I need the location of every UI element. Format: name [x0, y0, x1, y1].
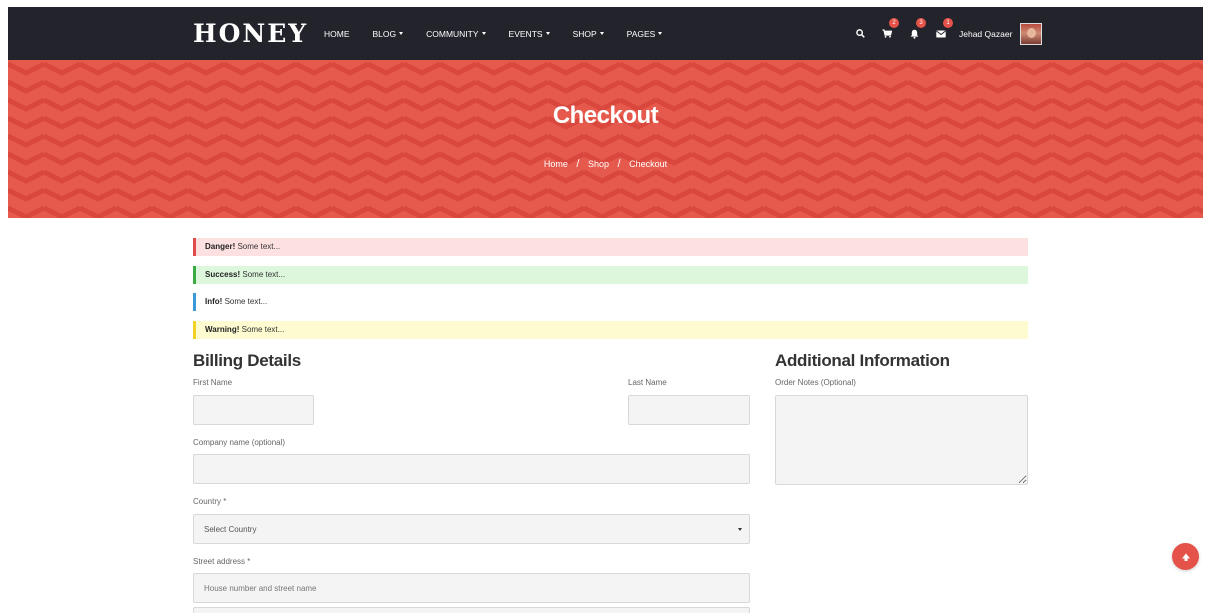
caret-down-icon	[599, 32, 604, 35]
search-icon[interactable]	[854, 28, 866, 40]
user-name[interactable]: Jehad Qazaer	[959, 29, 1012, 39]
main-menu: HOME BLOG COMMUNITY EVENTS SHOP PAGES	[324, 7, 685, 60]
nav-blog-label: BLOG	[372, 28, 397, 39]
nav-actions: 2 3 1 Jehad Qazaer	[854, 7, 1043, 60]
country-label: Country *	[193, 497, 227, 506]
page-header-banner: Checkout Home / Shop / Checkout	[8, 60, 1203, 218]
company-name-label: Company name (optional)	[193, 438, 286, 447]
first-name-input[interactable]	[193, 395, 314, 425]
additional-information-title: Additional Information	[775, 351, 950, 370]
breadcrumb-separator: /	[576, 158, 580, 170]
billing-details-title: Billing Details	[193, 351, 301, 370]
nav-events[interactable]: EVENTS	[509, 29, 550, 39]
country-select-value: Select Country	[204, 524, 257, 534]
alert-danger: Danger! Some text...	[193, 238, 1028, 256]
street-address-label: Street address *	[193, 557, 251, 566]
alert-danger-text: Some text...	[237, 242, 281, 251]
last-name-label: Last Name	[628, 378, 667, 387]
bell-icon[interactable]: 3	[908, 17, 926, 40]
alert-info-text: Some text...	[224, 297, 268, 306]
alert-warning-title: Warning!	[205, 325, 240, 334]
caret-down-icon	[545, 32, 550, 35]
caret-down-icon	[399, 32, 404, 35]
nav-home-label: HOME	[324, 28, 350, 39]
alert-danger-title: Danger!	[205, 242, 236, 251]
page-title: Checkout	[552, 102, 659, 129]
nav-shop-label: SHOP	[572, 28, 597, 39]
country-select[interactable]: Select Country	[193, 514, 750, 544]
breadcrumb-home[interactable]: Home	[544, 159, 568, 169]
last-name-input[interactable]	[628, 395, 750, 425]
nav-pages[interactable]: PAGES	[627, 29, 663, 39]
alert-info-title: Info!	[205, 297, 223, 306]
chevron-down-icon	[738, 528, 742, 531]
breadcrumb-separator: /	[617, 158, 621, 170]
nav-pages-label: PAGES	[626, 28, 656, 39]
nav-community-label: COMMUNITY	[426, 28, 479, 39]
alert-info: Info! Some text...	[193, 293, 1028, 311]
street-address-input[interactable]	[193, 573, 750, 603]
cart-badge: 2	[889, 17, 899, 28]
chevron-pattern	[8, 60, 1203, 218]
nav-community[interactable]: COMMUNITY	[426, 28, 486, 39]
notifications-badge: 3	[916, 17, 926, 28]
alert-warning: Warning! Some text...	[193, 321, 1028, 339]
order-notes-textarea[interactable]	[775, 395, 1028, 485]
breadcrumb: Home / Shop / Checkout	[8, 158, 1203, 170]
messages-badge: 1	[943, 17, 953, 28]
breadcrumb-current: Checkout	[629, 159, 668, 169]
order-notes-label: Order Notes (Optional)	[775, 378, 856, 387]
nav-blog[interactable]: BLOG	[373, 29, 404, 39]
breadcrumb-shop[interactable]: Shop	[588, 159, 609, 169]
alert-success: Success! Some text...	[193, 266, 1028, 284]
nav-events-label: EVENTS	[508, 28, 543, 39]
caret-down-icon	[481, 32, 486, 35]
company-name-input[interactable]	[193, 454, 750, 484]
nav-shop[interactable]: SHOP	[573, 29, 604, 39]
avatar[interactable]	[1020, 22, 1043, 45]
top-navbar: HONEY HOME BLOG COMMUNITY EVENTS SHOP PA…	[8, 7, 1203, 60]
scroll-to-top-button[interactable]	[1172, 543, 1199, 570]
alert-warning-text: Some text...	[241, 325, 285, 334]
alert-success-title: Success!	[205, 270, 241, 279]
street-address-line2-input[interactable]	[193, 607, 750, 613]
alert-success-text: Some text...	[242, 270, 286, 279]
nav-home[interactable]: HOME	[324, 29, 350, 39]
first-name-label: First Name	[193, 378, 233, 387]
arrow-up-icon	[1181, 553, 1190, 561]
cart-icon[interactable]: 2	[881, 17, 899, 40]
envelope-icon[interactable]: 1	[935, 17, 953, 40]
site-logo[interactable]: HONEY	[193, 19, 308, 48]
caret-down-icon	[658, 32, 663, 35]
